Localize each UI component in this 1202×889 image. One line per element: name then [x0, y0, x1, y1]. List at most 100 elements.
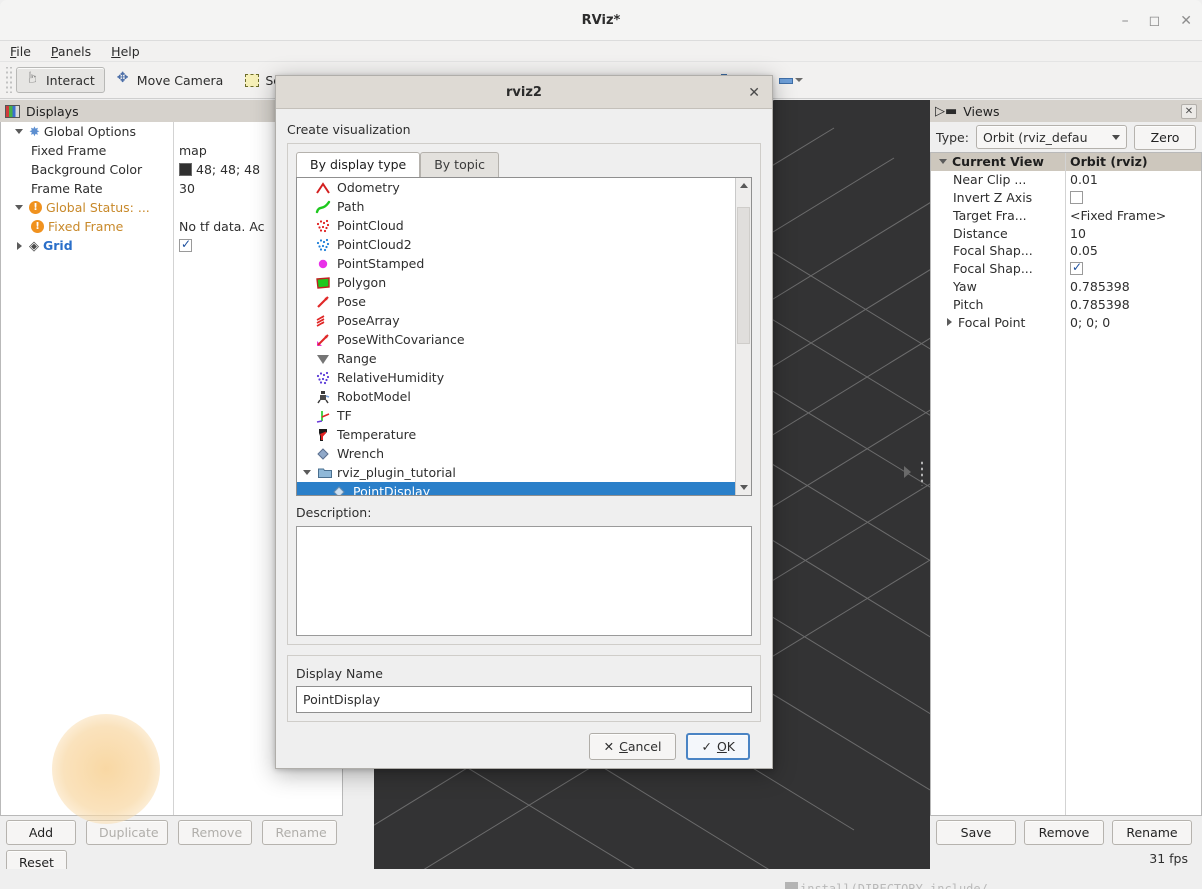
toolbar-grip[interactable]: [4, 67, 12, 93]
twisty-icon[interactable]: [937, 159, 949, 164]
row-value[interactable]: <Fixed Frame>: [1070, 208, 1166, 223]
display-name-input[interactable]: PointDisplay: [296, 686, 752, 713]
list-item[interactable]: RelativeHumidity: [297, 368, 751, 387]
terminal-block-glyph: [785, 882, 798, 889]
close-icon[interactable]: ✕: [1180, 14, 1192, 28]
row-value[interactable]: 0.785398: [1070, 297, 1130, 312]
list-item-label: RelativeHumidity: [337, 370, 444, 385]
row-value[interactable]: 0; 0; 0: [1070, 315, 1110, 330]
twisty-icon[interactable]: [943, 318, 955, 326]
robotmodel-icon: [315, 389, 331, 405]
table-row[interactable]: Pitch 0.785398: [931, 295, 1201, 313]
twisty-icon[interactable]: [13, 205, 25, 210]
views-column-splitter[interactable]: [1065, 153, 1066, 815]
tool-interact[interactable]: Interact: [16, 67, 105, 93]
table-row[interactable]: Yaw 0.785398: [931, 278, 1201, 296]
tab-by-topic[interactable]: By topic: [420, 152, 499, 177]
menu-panels[interactable]: Panels: [51, 44, 91, 59]
row-checkbox[interactable]: [179, 239, 192, 252]
list-item-label: PointStamped: [337, 256, 424, 271]
row-label: Yaw: [953, 279, 977, 294]
tool-move-camera[interactable]: Move Camera: [107, 67, 234, 93]
table-row[interactable]: Focal Point 0; 0; 0: [931, 313, 1201, 331]
ok-button[interactable]: ✓ OK: [686, 733, 750, 760]
list-item-selected[interactable]: PointDisplay: [297, 482, 751, 496]
display-type-list[interactable]: Odometry Path: [296, 177, 752, 496]
table-row[interactable]: Invert Z Axis: [931, 189, 1201, 207]
list-item[interactable]: Path: [297, 197, 751, 216]
row-value[interactable]: 0.785398: [1070, 279, 1130, 294]
list-item[interactable]: PointCloud2: [297, 235, 751, 254]
list-item[interactable]: Pose: [297, 292, 751, 311]
views-rename-button[interactable]: Rename: [1112, 820, 1192, 845]
row-label: Invert Z Axis: [953, 190, 1032, 205]
row-value[interactable]: 30: [179, 181, 195, 196]
relativehumidity-icon: [315, 370, 331, 386]
scroll-down-icon[interactable]: [736, 480, 751, 495]
twisty-icon[interactable]: [13, 242, 25, 250]
row-label: Fixed Frame: [31, 143, 106, 158]
tab-by-display-type[interactable]: By display type: [296, 152, 420, 177]
twisty-icon[interactable]: [13, 129, 25, 134]
add-button[interactable]: Add: [6, 820, 76, 845]
views-tree[interactable]: Current View Orbit (rviz) Near Clip ... …: [930, 152, 1202, 816]
posearray-icon: [315, 313, 331, 329]
views-remove-button[interactable]: Remove: [1024, 820, 1104, 845]
row-value[interactable]: 0.01: [1070, 172, 1098, 187]
dialog-section-label: Create visualization: [287, 122, 761, 137]
remove-button: Remove: [178, 820, 252, 845]
range-icon: [315, 351, 331, 367]
zero-button[interactable]: Zero: [1134, 125, 1196, 150]
row-label: Global Status: ...: [46, 200, 150, 215]
cancel-button[interactable]: ✕ Cancel: [589, 733, 677, 760]
list-item-label: Temperature: [337, 427, 416, 442]
list-item[interactable]: TF: [297, 406, 751, 425]
list-item[interactable]: PoseWithCovariance: [297, 330, 751, 349]
scrollbar-thumb[interactable]: [737, 207, 750, 344]
views-panel-header: ▷▬ Views ✕: [930, 100, 1202, 122]
maximize-icon[interactable]: ◻: [1149, 14, 1161, 28]
row-checkbox[interactable]: [1070, 191, 1083, 204]
table-row[interactable]: Focal Shap... 0.05: [931, 242, 1201, 260]
list-item[interactable]: RobotModel: [297, 387, 751, 406]
views-save-button[interactable]: Save: [936, 820, 1016, 845]
table-row[interactable]: Current View Orbit (rviz): [931, 153, 1201, 171]
list-item[interactable]: Polygon: [297, 273, 751, 292]
list-item-label: Polygon: [337, 275, 386, 290]
displays-panel-title: Displays: [26, 104, 79, 119]
list-item[interactable]: PointCloud: [297, 216, 751, 235]
row-value[interactable]: 10: [1070, 226, 1086, 241]
displays-column-splitter[interactable]: [173, 122, 174, 815]
chevron-right-icon[interactable]: [904, 466, 911, 478]
menu-help[interactable]: Help: [111, 44, 140, 59]
list-scrollbar[interactable]: [735, 178, 751, 495]
table-row[interactable]: Distance 10: [931, 224, 1201, 242]
list-item[interactable]: Range: [297, 349, 751, 368]
row-label: Target Fra...: [953, 208, 1027, 223]
list-item[interactable]: PointStamped: [297, 254, 751, 273]
table-row[interactable]: Near Clip ... 0.01: [931, 171, 1201, 189]
list-item[interactable]: PoseArray: [297, 311, 751, 330]
row-value[interactable]: map: [179, 143, 207, 158]
table-row[interactable]: Target Fra... <Fixed Frame>: [931, 206, 1201, 224]
menu-file[interactable]: File: [10, 44, 31, 59]
row-checkbox[interactable]: [1070, 262, 1083, 275]
dialog-close-icon[interactable]: ✕: [748, 85, 760, 101]
views-type-row: Type: Orbit (rviz_defau Zero: [930, 122, 1202, 152]
minimize-icon[interactable]: –: [1122, 14, 1129, 28]
color-swatch[interactable]: [179, 163, 192, 176]
tool-remove[interactable]: [767, 67, 813, 93]
scroll-up-icon[interactable]: [736, 178, 751, 193]
table-row[interactable]: Focal Shap...: [931, 260, 1201, 278]
list-item[interactable]: Wrench: [297, 444, 751, 463]
list-item[interactable]: Odometry: [297, 178, 751, 197]
view-type-select[interactable]: Orbit (rviz_defau: [976, 125, 1127, 149]
row-label: Fixed Frame: [48, 219, 123, 234]
twisty-icon[interactable]: [303, 470, 313, 475]
row-value[interactable]: 48; 48; 48: [196, 162, 260, 177]
splitter-grip[interactable]: [920, 460, 924, 486]
list-item[interactable]: Temperature: [297, 425, 751, 444]
views-close-icon[interactable]: ✕: [1181, 104, 1197, 119]
list-item-folder[interactable]: rviz_plugin_tutorial: [297, 463, 751, 482]
row-value[interactable]: 0.05: [1070, 243, 1098, 258]
